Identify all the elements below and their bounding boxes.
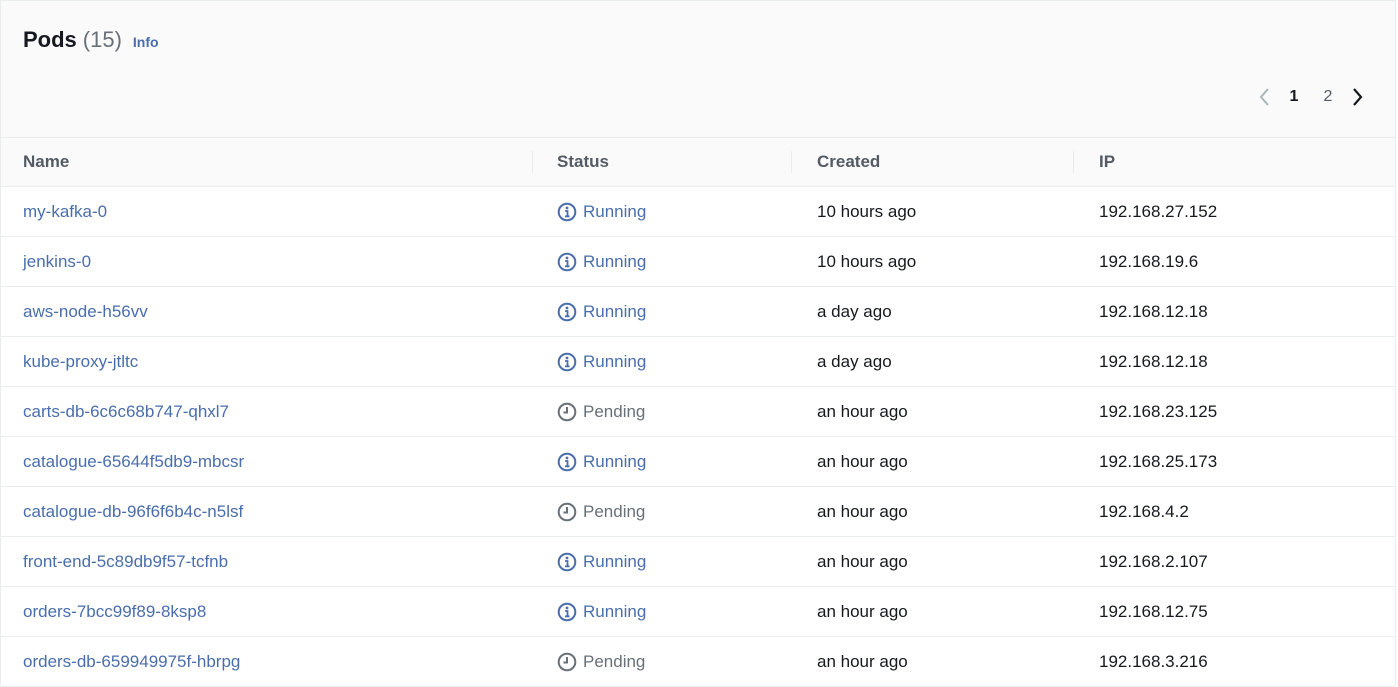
- table-row: kube-proxy-jtltc Running a day ago 192.1…: [1, 337, 1395, 387]
- status-label: Running: [583, 602, 647, 621]
- clock-icon: [557, 652, 577, 671]
- info-circle-icon: [557, 352, 577, 371]
- pod-status: Running: [557, 187, 646, 236]
- pod-name-link[interactable]: my-kafka-0: [23, 187, 107, 236]
- pod-created: an hour ago: [817, 602, 908, 621]
- pod-ip: 192.168.27.152: [1099, 202, 1218, 221]
- info-circle-icon: [557, 252, 577, 271]
- page-title: Pods: [23, 27, 77, 52]
- page-1-button[interactable]: 1: [1282, 88, 1306, 106]
- table-row: catalogue-65644f5db9-mbcsr Running an ho…: [1, 437, 1395, 487]
- status-label: Pending: [583, 652, 646, 671]
- pod-ip: 192.168.4.2: [1099, 502, 1189, 521]
- pod-status: Running: [557, 237, 646, 286]
- panel-header: Pods (15) Info 1 2: [1, 1, 1395, 138]
- table-row: jenkins-0 Running 10 hours ago 192.168.1…: [1, 237, 1395, 287]
- pod-created: an hour ago: [817, 452, 908, 471]
- table-row: front-end-5c89db9f57-tcfnb Running an ho…: [1, 537, 1395, 587]
- pod-ip: 192.168.12.18: [1099, 302, 1208, 321]
- pod-created: an hour ago: [817, 552, 908, 571]
- info-circle-icon: [557, 552, 577, 571]
- info-circle-icon: [557, 302, 577, 321]
- pod-created: an hour ago: [817, 652, 908, 671]
- info-circle-icon: [557, 452, 577, 471]
- pod-status: Running: [557, 587, 646, 636]
- table-row: aws-node-h56vv Running a day ago 192.168…: [1, 287, 1395, 337]
- status-label: Running: [583, 352, 647, 371]
- table-header: Name Status Created IP: [1, 138, 1395, 187]
- pod-status: Running: [557, 337, 646, 386]
- clock-icon: [557, 402, 577, 421]
- column-header-created[interactable]: Created: [817, 138, 880, 186]
- next-page-button[interactable]: [1345, 83, 1369, 111]
- pod-status: Pending: [557, 637, 645, 686]
- status-label: Running: [583, 452, 647, 471]
- table-body: my-kafka-0 Running 10 hours ago 192.168.…: [1, 187, 1395, 687]
- status-label: Pending: [583, 502, 646, 521]
- chevron-right-icon: [1353, 88, 1363, 106]
- pods-panel: Pods (15) Info 1 2 Name Status Created I…: [0, 0, 1396, 687]
- pod-created: an hour ago: [817, 402, 908, 421]
- status-label: Running: [583, 202, 647, 221]
- pod-name-link[interactable]: kube-proxy-jtltc: [23, 337, 138, 386]
- pod-name-link[interactable]: orders-7bcc99f89-8ksp8: [23, 587, 206, 636]
- pod-ip: 192.168.2.107: [1099, 552, 1208, 571]
- pod-status: Running: [557, 537, 646, 586]
- pods-table: Name Status Created IP my-kafka-0 Runnin…: [1, 138, 1395, 687]
- info-circle-icon: [557, 602, 577, 621]
- page-2-button[interactable]: 2: [1316, 88, 1340, 106]
- pod-ip: 192.168.12.75: [1099, 602, 1208, 621]
- table-row: my-kafka-0 Running 10 hours ago 192.168.…: [1, 187, 1395, 237]
- previous-page-button[interactable]: [1253, 83, 1277, 111]
- table-row: orders-7bcc99f89-8ksp8 Running an hour a…: [1, 587, 1395, 637]
- info-circle-icon: [557, 202, 577, 221]
- pod-status: Running: [557, 437, 646, 486]
- pod-name-link[interactable]: jenkins-0: [23, 237, 91, 286]
- pod-status: Pending: [557, 487, 645, 536]
- pod-name-link[interactable]: carts-db-6c6c68b747-qhxl7: [23, 387, 229, 436]
- pod-name-link[interactable]: orders-db-659949975f-hbrpg: [23, 637, 240, 686]
- pod-name-link[interactable]: front-end-5c89db9f57-tcfnb: [23, 537, 228, 586]
- pod-ip: 192.168.25.173: [1099, 452, 1218, 471]
- pod-created: a day ago: [817, 302, 892, 321]
- pod-name-link[interactable]: aws-node-h56vv: [23, 287, 148, 336]
- status-label: Pending: [583, 402, 646, 421]
- column-divider: [791, 151, 792, 173]
- column-divider: [532, 151, 533, 173]
- pod-name-link[interactable]: catalogue-db-96f6f6b4c-n5lsf: [23, 487, 243, 536]
- clock-icon: [557, 502, 577, 521]
- pod-ip: 192.168.23.125: [1099, 402, 1218, 421]
- table-row: orders-db-659949975f-hbrpg Pending an ho…: [1, 637, 1395, 687]
- pod-ip: 192.168.12.18: [1099, 352, 1208, 371]
- pod-ip: 192.168.19.6: [1099, 252, 1199, 271]
- status-label: Running: [583, 252, 647, 271]
- pod-ip: 192.168.3.216: [1099, 652, 1208, 671]
- pod-created: a day ago: [817, 352, 892, 371]
- table-row: catalogue-db-96f6f6b4c-n5lsf Pending an …: [1, 487, 1395, 537]
- info-link[interactable]: Info: [133, 34, 159, 50]
- column-header-name[interactable]: Name: [23, 138, 69, 186]
- pod-created: an hour ago: [817, 502, 908, 521]
- column-header-ip[interactable]: IP: [1099, 138, 1115, 186]
- pod-name-link[interactable]: catalogue-65644f5db9-mbcsr: [23, 437, 244, 486]
- pod-created: 10 hours ago: [817, 252, 917, 271]
- status-label: Running: [583, 552, 647, 571]
- column-divider: [1073, 151, 1074, 173]
- pod-created: 10 hours ago: [817, 202, 917, 221]
- pod-status: Pending: [557, 387, 645, 436]
- title-row: Pods (15) Info: [23, 27, 159, 53]
- table-row: carts-db-6c6c68b747-qhxl7 Pending an hou…: [1, 387, 1395, 437]
- pagination: 1 2: [1253, 83, 1369, 111]
- pod-count: (15): [82, 27, 122, 52]
- status-label: Running: [583, 302, 647, 321]
- chevron-left-icon: [1259, 88, 1269, 106]
- column-header-status[interactable]: Status: [557, 138, 609, 186]
- pod-status: Running: [557, 287, 646, 336]
